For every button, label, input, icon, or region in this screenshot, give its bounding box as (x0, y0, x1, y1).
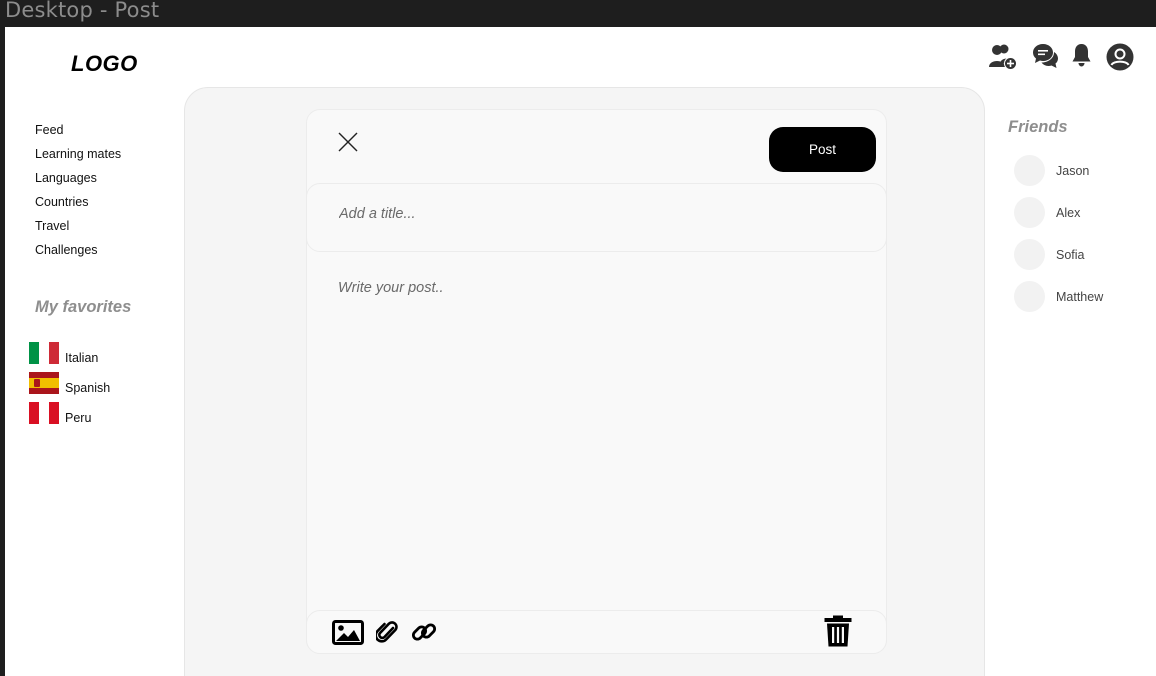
avatar (1014, 239, 1045, 270)
favorite-label: Italian (65, 351, 99, 365)
nav-item-travel[interactable]: Travel (35, 219, 121, 243)
composer-toolbar (306, 610, 887, 654)
title-field-container (306, 183, 887, 252)
favorite-label: Spanish (65, 381, 111, 395)
trash-icon[interactable] (824, 615, 852, 647)
app-canvas: LOGO Feed Learning mates Languages Count… (5, 27, 1156, 676)
friend-name: Matthew (1056, 290, 1104, 304)
sidebar-nav: Feed Learning mates Languages Countries … (35, 123, 121, 267)
logo[interactable]: LOGO (71, 51, 138, 77)
close-icon[interactable] (337, 131, 359, 153)
paperclip-icon[interactable] (376, 620, 398, 645)
avatar (1014, 281, 1045, 312)
avatar (1014, 155, 1045, 186)
favorites-heading: My favorites (35, 298, 132, 316)
nav-item-countries[interactable]: Countries (35, 195, 121, 219)
nav-item-learning-mates[interactable]: Learning mates (35, 147, 121, 171)
friends-heading: Friends (1008, 118, 1068, 136)
profile-icon[interactable] (1106, 43, 1134, 71)
italy-flag-icon (29, 342, 59, 364)
bell-icon[interactable] (1072, 43, 1091, 68)
frame-title: Desktop - Post (5, 0, 160, 22)
link-icon[interactable] (411, 619, 437, 645)
friend-name: Jason (1056, 164, 1090, 178)
image-icon[interactable] (332, 620, 364, 645)
friend-name: Alex (1056, 206, 1081, 220)
nav-item-challenges[interactable]: Challenges (35, 243, 121, 267)
chat-icon[interactable] (1033, 43, 1058, 69)
nav-item-feed[interactable]: Feed (35, 123, 121, 147)
nav-item-languages[interactable]: Languages (35, 171, 121, 195)
add-friend-icon[interactable] (989, 43, 1018, 71)
friend-name: Sofia (1056, 248, 1085, 262)
post-body-input[interactable] (338, 280, 858, 600)
favorite-label: Peru (65, 411, 92, 425)
peru-flag-icon (29, 402, 59, 424)
title-input[interactable] (339, 206, 839, 222)
spain-flag-icon (29, 372, 59, 394)
avatar (1014, 197, 1045, 228)
post-button[interactable]: Post (769, 127, 876, 172)
post-composer: Post (306, 109, 887, 654)
